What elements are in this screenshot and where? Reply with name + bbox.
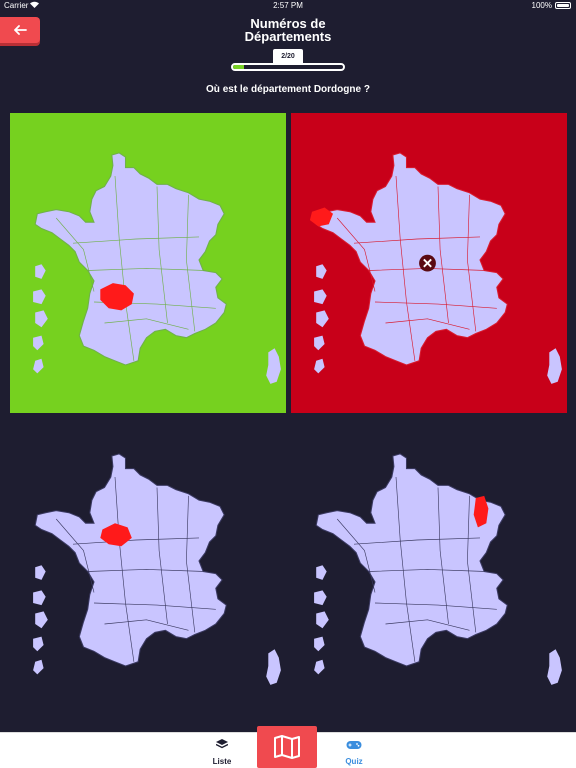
- status-time: 2:57 PM: [273, 1, 303, 10]
- page-title: Numéros de Départements: [0, 17, 576, 43]
- france-map: [10, 113, 286, 413]
- progress-bar: [231, 63, 345, 71]
- map-icon: [274, 735, 300, 759]
- france-map: [10, 414, 286, 714]
- tab-quiz-label: Quiz: [345, 757, 363, 766]
- title-line-2: Départements: [244, 29, 332, 44]
- battery-icon: [555, 2, 571, 9]
- layers-icon: [215, 739, 229, 749]
- france-map: [291, 113, 567, 413]
- tab-liste-label: Liste: [212, 757, 232, 766]
- answer-tile-4[interactable]: [291, 414, 567, 714]
- answer-tile-1[interactable]: [10, 113, 286, 413]
- battery-percent: 100%: [531, 1, 552, 10]
- progress-fill: [233, 65, 244, 69]
- tab-liste[interactable]: Liste: [192, 737, 252, 767]
- tab-quiz[interactable]: Quiz: [324, 737, 384, 767]
- answer-tile-2[interactable]: [291, 113, 567, 413]
- map-button[interactable]: [257, 726, 317, 768]
- question-text: Où est le département Dordogne ?: [206, 84, 370, 95]
- gamepad-icon: [346, 741, 362, 749]
- status-bar: Carrier 2:57 PM 100%: [0, 0, 576, 12]
- answer-tile-3[interactable]: [10, 414, 286, 714]
- france-map: [291, 414, 567, 714]
